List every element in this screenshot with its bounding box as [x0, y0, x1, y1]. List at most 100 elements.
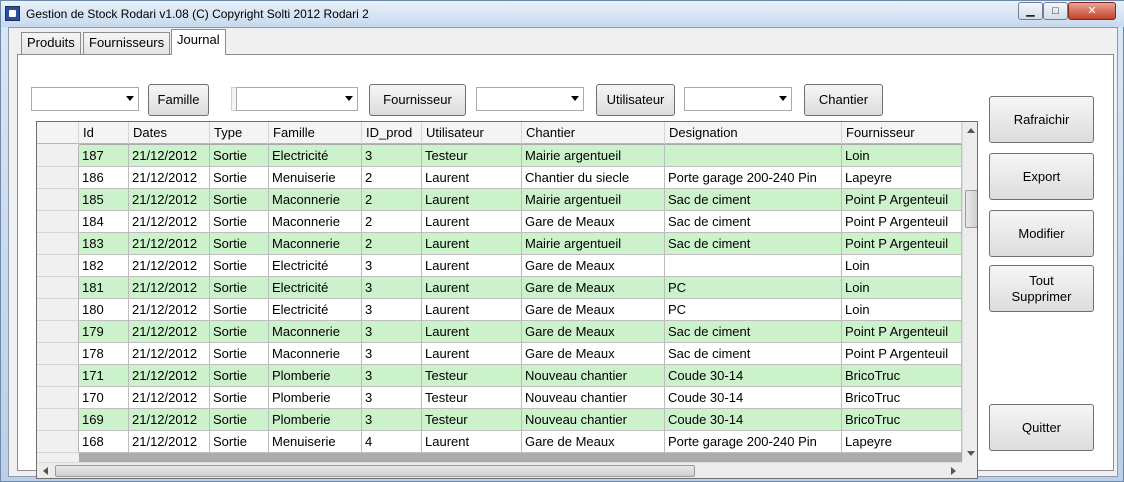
- cell-famille[interactable]: Maconnerie: [269, 233, 362, 255]
- cell-famille[interactable]: Electricité: [269, 255, 362, 277]
- cell-designation[interactable]: Porte garage 200-240 Pin: [665, 431, 842, 453]
- cell-utilisateur[interactable]: Laurent: [422, 255, 522, 277]
- cell-type[interactable]: Sortie: [210, 145, 269, 167]
- row-header[interactable]: [37, 189, 79, 211]
- row-header[interactable]: [37, 343, 79, 365]
- cell-type[interactable]: Sortie: [210, 431, 269, 453]
- row-header[interactable]: [37, 233, 79, 255]
- cell-dates[interactable]: 21/12/2012: [129, 365, 210, 387]
- cell-designation[interactable]: PC: [665, 277, 842, 299]
- vertical-scrollbar[interactable]: [962, 122, 977, 462]
- cell-id-prod[interactable]: 2: [362, 211, 422, 233]
- cell-type[interactable]: Sortie: [210, 321, 269, 343]
- cell-dates[interactable]: 21/12/2012: [129, 321, 210, 343]
- famille-button[interactable]: Famille: [148, 84, 209, 116]
- cell-id[interactable]: 184: [79, 211, 129, 233]
- cell-famille[interactable]: Electricité: [269, 277, 362, 299]
- row-header[interactable]: [37, 255, 79, 277]
- cell-type[interactable]: Sortie: [210, 409, 269, 431]
- row-header[interactable]: [37, 321, 79, 343]
- scroll-down-arrow-icon[interactable]: [967, 451, 975, 456]
- cell-utilisateur[interactable]: Laurent: [422, 431, 522, 453]
- scroll-right-arrow-icon[interactable]: [951, 467, 956, 475]
- cell-dates[interactable]: 21/12/2012: [129, 167, 210, 189]
- cell-id[interactable]: 187: [79, 145, 129, 167]
- cell-chantier[interactable]: Gare de Meaux: [522, 299, 665, 321]
- cell-fournisseur[interactable]: Lapeyre: [842, 431, 962, 453]
- fournisseur-button[interactable]: Fournisseur: [369, 84, 466, 116]
- export-button[interactable]: Export: [989, 153, 1094, 200]
- cell-id[interactable]: 182: [79, 255, 129, 277]
- table-row[interactable]: 178 21/12/2012 Sortie Maconnerie 3 Laurent Gar…: [37, 343, 962, 365]
- cell-designation[interactable]: Sac de ciment: [665, 189, 842, 211]
- cell-dates[interactable]: 21/12/2012: [129, 409, 210, 431]
- cell-id[interactable]: 186: [79, 167, 129, 189]
- cell-famille[interactable]: Maconnerie: [269, 189, 362, 211]
- cell-id[interactable]: 168: [79, 431, 129, 453]
- cell-fournisseur[interactable]: Loin: [842, 255, 962, 277]
- table-row[interactable]: 185 21/12/2012 Sortie Maconnerie 2 Laurent Mai…: [37, 189, 962, 211]
- cell-id-prod[interactable]: 3: [362, 387, 422, 409]
- famille-combo[interactable]: [31, 87, 139, 111]
- table-row[interactable]: 180 21/12/2012 Sortie Electricité 3 Laurent Ga…: [37, 299, 962, 321]
- row-header[interactable]: [37, 409, 79, 431]
- cell-id-prod[interactable]: 3: [362, 255, 422, 277]
- cell-famille[interactable]: Plomberie: [269, 409, 362, 431]
- cell-utilisateur[interactable]: Laurent: [422, 343, 522, 365]
- cell-dates[interactable]: 21/12/2012: [129, 343, 210, 365]
- cell-dates[interactable]: 21/12/2012: [129, 145, 210, 167]
- cell-chantier[interactable]: Mairie argentueil: [522, 145, 665, 167]
- cell-chantier[interactable]: Gare de Meaux: [522, 431, 665, 453]
- cell-designation[interactable]: Sac de ciment: [665, 233, 842, 255]
- cell-famille[interactable]: Electricité: [269, 299, 362, 321]
- cell-designation[interactable]: Sac de ciment: [665, 343, 842, 365]
- cell-fournisseur[interactable]: Loin: [842, 277, 962, 299]
- fournisseur-combo[interactable]: [236, 87, 358, 111]
- table-row[interactable]: 170 21/12/2012 Sortie Plomberie 3 Testeur Nouv…: [37, 387, 962, 409]
- row-header[interactable]: [37, 211, 79, 233]
- cell-id[interactable]: 185: [79, 189, 129, 211]
- quitter-button[interactable]: Quitter: [989, 404, 1094, 451]
- cell-id[interactable]: 178: [79, 343, 129, 365]
- cell-fournisseur[interactable]: Point P Argenteuil: [842, 343, 962, 365]
- cell-id-prod[interactable]: 3: [362, 277, 422, 299]
- cell-chantier[interactable]: Gare de Meaux: [522, 277, 665, 299]
- cell-dates[interactable]: 21/12/2012: [129, 387, 210, 409]
- cell-fournisseur[interactable]: Point P Argenteuil: [842, 233, 962, 255]
- cell-designation[interactable]: Coude 30-14: [665, 387, 842, 409]
- cell-famille[interactable]: Menuiserie: [269, 167, 362, 189]
- cell-id[interactable]: 179: [79, 321, 129, 343]
- column-header-id-prod[interactable]: ID_prod: [362, 122, 422, 144]
- minimize-button[interactable]: ▁: [1018, 2, 1043, 20]
- column-header-type[interactable]: Type: [210, 122, 269, 144]
- cell-chantier[interactable]: Chantier du siecle: [522, 167, 665, 189]
- cell-designation[interactable]: [665, 145, 842, 167]
- table-row[interactable]: 186 21/12/2012 Sortie Menuiserie 2 Laurent Cha…: [37, 167, 962, 189]
- scroll-up-arrow-icon[interactable]: [967, 128, 975, 133]
- maximize-button[interactable]: □: [1043, 2, 1068, 20]
- cell-designation[interactable]: Coude 30-14: [665, 365, 842, 387]
- rafraichir-button[interactable]: Rafraichir: [989, 96, 1094, 143]
- row-header[interactable]: [37, 365, 79, 387]
- cell-utilisateur[interactable]: Laurent: [422, 189, 522, 211]
- cell-type[interactable]: Sortie: [210, 277, 269, 299]
- cell-famille[interactable]: Maconnerie: [269, 343, 362, 365]
- cell-chantier[interactable]: Mairie argentueil: [522, 233, 665, 255]
- column-header-famille[interactable]: Famille: [269, 122, 362, 144]
- cell-type[interactable]: Sortie: [210, 387, 269, 409]
- row-header[interactable]: [37, 145, 79, 167]
- row-header[interactable]: [37, 431, 79, 453]
- cell-fournisseur[interactable]: Loin: [842, 145, 962, 167]
- cell-type[interactable]: Sortie: [210, 365, 269, 387]
- cell-type[interactable]: Sortie: [210, 233, 269, 255]
- scroll-left-arrow-icon[interactable]: [43, 467, 48, 475]
- cell-utilisateur[interactable]: Testeur: [422, 145, 522, 167]
- cell-utilisateur[interactable]: Laurent: [422, 167, 522, 189]
- chantier-combo[interactable]: [684, 87, 792, 111]
- column-header-fournisseur[interactable]: Fournisseur: [842, 122, 962, 144]
- cell-designation[interactable]: [665, 255, 842, 277]
- cell-fournisseur[interactable]: BricoTruc: [842, 387, 962, 409]
- cell-id[interactable]: 181: [79, 277, 129, 299]
- tab-produits[interactable]: Produits: [21, 32, 81, 54]
- chantier-button[interactable]: Chantier: [804, 84, 883, 116]
